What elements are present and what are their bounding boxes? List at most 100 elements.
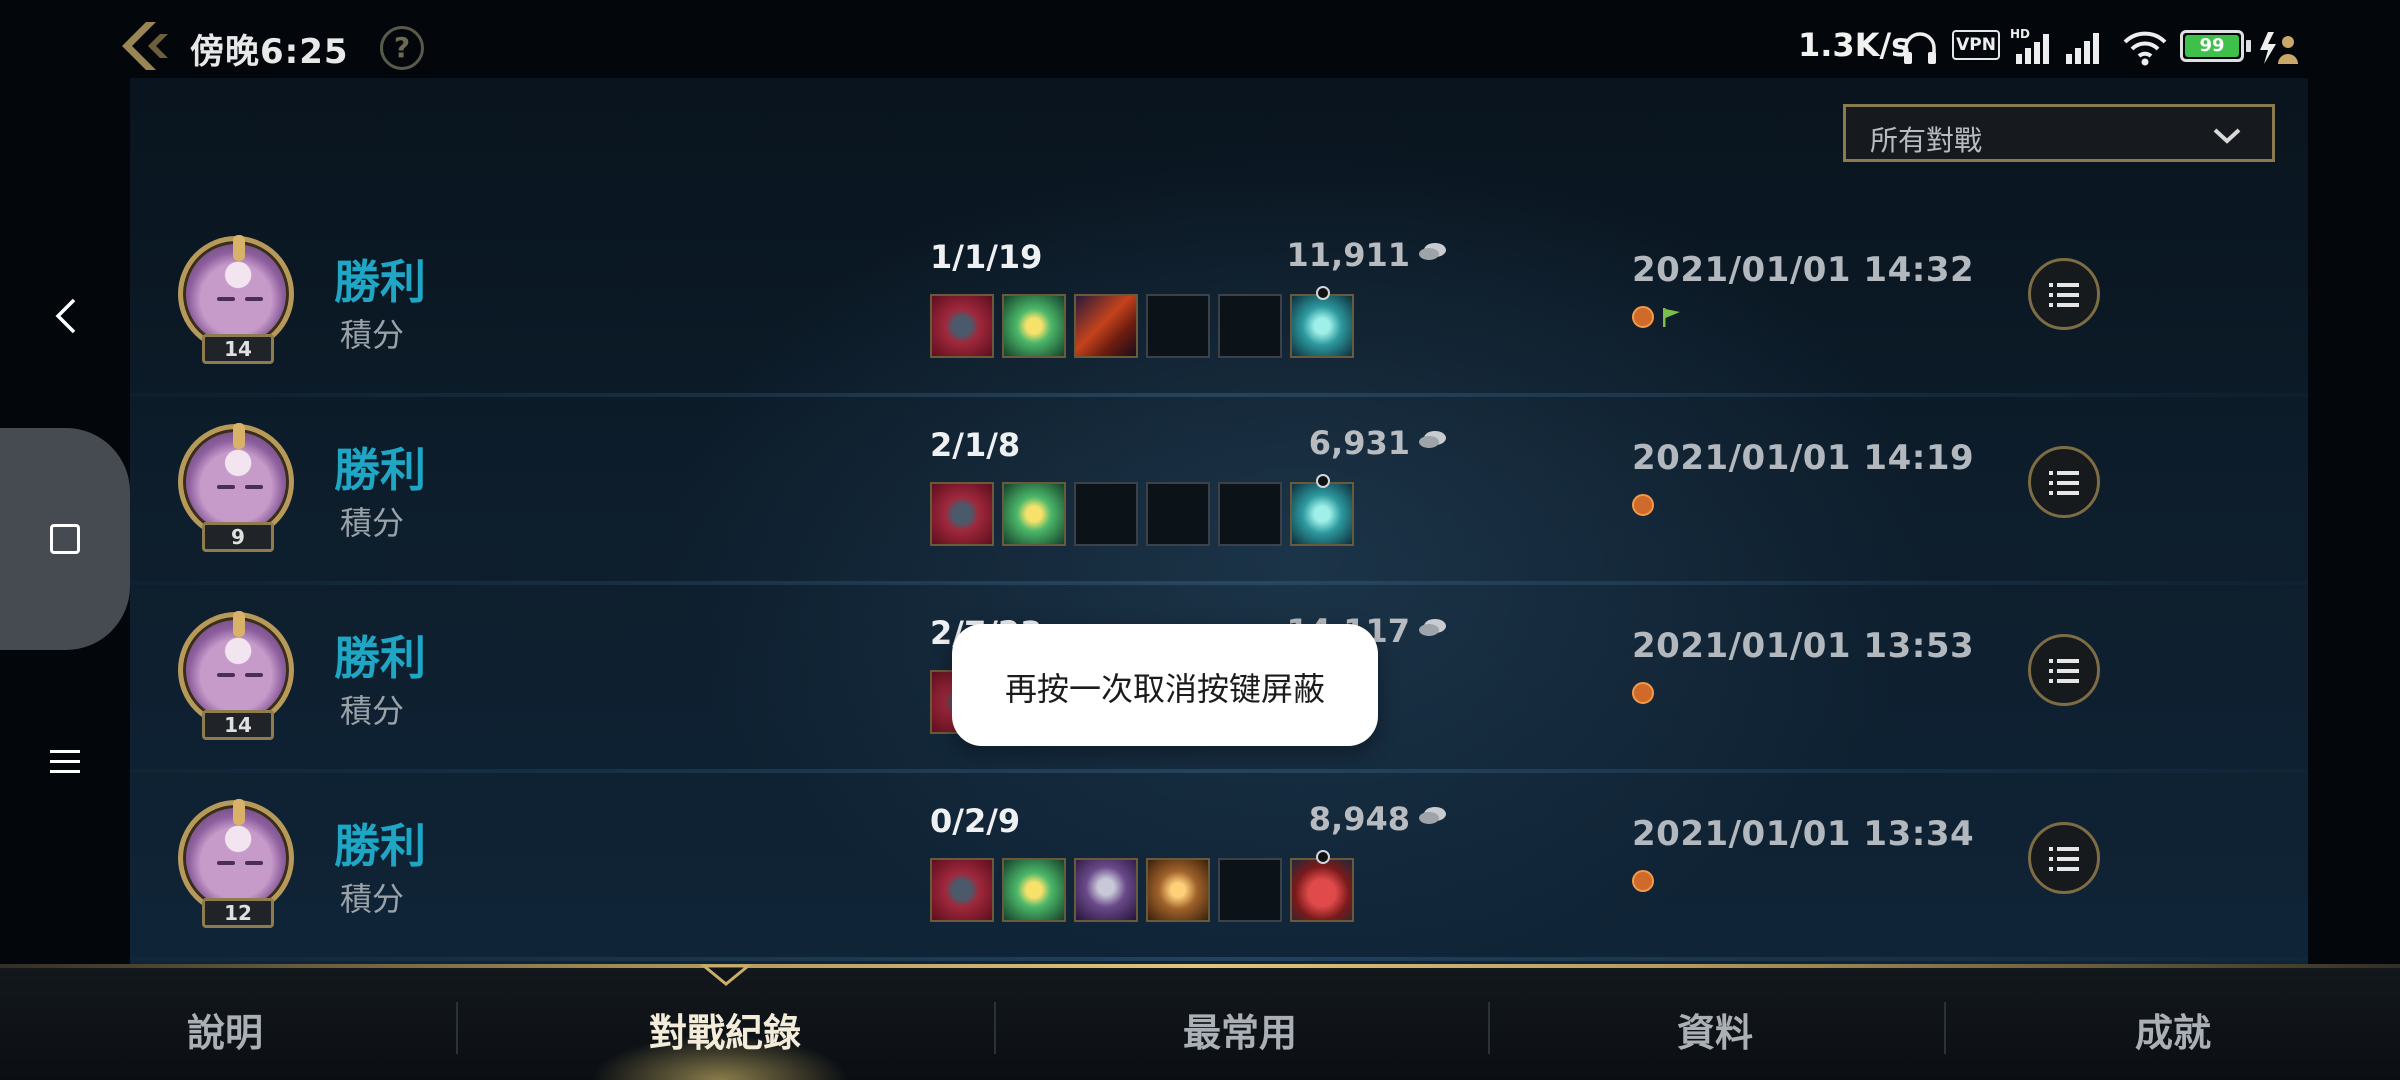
match-details-button[interactable] (2028, 258, 2100, 330)
gold-earned: 8,948 (1308, 800, 1410, 838)
match-date: 2021/01/01 13:34 (1632, 814, 1975, 854)
trinket-marker (1316, 474, 1330, 488)
empty-item-slot[interactable] (1218, 858, 1282, 922)
empty-item-slot[interactable] (1074, 482, 1138, 546)
match-details-button[interactable] (2028, 822, 2100, 894)
side-back-icon[interactable] (50, 296, 84, 336)
tab-instructions[interactable]: 說明 (150, 1002, 300, 1057)
match-mode: 積分 (340, 692, 405, 730)
match-details-button[interactable] (2028, 446, 2100, 518)
champion-eye (245, 485, 263, 489)
tab-most-played[interactable]: 最常用 (1150, 1002, 1330, 1057)
item-green-icon[interactable] (1002, 294, 1066, 358)
match-result: 勝利 (334, 443, 426, 497)
tab-achievements[interactable]: 成就 (2098, 1002, 2248, 1057)
empty-item-slot[interactable] (1146, 482, 1210, 546)
tab-divider (1944, 1002, 1946, 1054)
battery-level: 99 (2185, 35, 2239, 57)
back-icon[interactable] (116, 18, 172, 74)
match-mode: 積分 (340, 316, 405, 354)
champion-eye (217, 485, 235, 489)
gold-icon (1419, 431, 1446, 448)
charge-icon (2260, 32, 2298, 64)
match-date: 2021/01/01 14:32 (1632, 250, 1975, 290)
empty-item-slot[interactable] (1218, 294, 1282, 358)
trinket-marker (1316, 286, 1330, 300)
item-green-icon[interactable] (1002, 858, 1066, 922)
flag-icon (1663, 308, 1680, 327)
item-trinket-icon[interactable] (1290, 286, 1354, 358)
list-icon (2049, 659, 2079, 683)
chevron-down-icon (2213, 128, 2241, 144)
hd-signal-icon: HD (2010, 27, 2049, 64)
status-bar: 傍晚6:25 ? 1.3K/s VPN HD 99 (0, 0, 2400, 78)
tab-match-history[interactable]: 對戰紀錄 (620, 1002, 830, 1057)
champion-horn (233, 235, 245, 261)
list-icon (2049, 283, 2079, 307)
ward-icon (1632, 870, 1654, 892)
item-tome-icon[interactable] (1146, 858, 1210, 922)
row-divider (130, 581, 2308, 585)
match-details-button[interactable] (2028, 634, 2100, 706)
champion-eye (217, 297, 235, 301)
kda: 0/2/9 (930, 802, 1021, 840)
match-date: 2021/01/01 14:19 (1632, 438, 1975, 478)
match-result: 勝利 (334, 819, 426, 873)
active-tab-indicator-icon (700, 964, 752, 986)
battery-tip (2246, 40, 2251, 52)
headset-icon (1904, 32, 1936, 64)
row-divider (130, 393, 2308, 397)
item-green-icon[interactable] (1002, 482, 1066, 546)
match-row[interactable]: 9 勝利 積分 2/1/8 6,931 2021/01/01 14:19 (130, 398, 2308, 585)
network-speed: 1.3K/s (1798, 26, 1911, 64)
side-menu-icon[interactable] (50, 748, 80, 776)
champion-eye (245, 673, 263, 677)
match-history-list: 14 勝利 積分 1/1/19 11,911 2021/01/01 14:32 9 勝利 積分 2… (130, 210, 2308, 961)
battery-indicator: 99 (2180, 30, 2244, 62)
item-hat-icon[interactable] (1074, 294, 1138, 358)
toast-message: 再按一次取消按键屏蔽 (1004, 670, 1325, 708)
tab-divider (1488, 1002, 1490, 1054)
match-result: 勝利 (334, 631, 426, 685)
match-filter-dropdown[interactable]: 所有對戰 (1843, 104, 2275, 162)
clock: 傍晚6:25 (190, 32, 349, 72)
side-square-icon[interactable] (50, 524, 80, 554)
champion-eye (217, 673, 235, 677)
empty-item-slot[interactable] (1146, 294, 1210, 358)
empty-item-slot[interactable] (1218, 482, 1282, 546)
right-strip (2308, 0, 2400, 1080)
signal-icon (2066, 33, 2099, 64)
wifi-icon (2123, 31, 2167, 66)
champion-horn (233, 611, 245, 637)
help-icon[interactable]: ? (380, 26, 424, 70)
champion-eye (245, 861, 263, 865)
gold-earned: 11,911 (1286, 236, 1410, 274)
champion-eye (217, 861, 235, 865)
item-boots-icon[interactable] (1290, 850, 1354, 922)
filter-selected-label: 所有對戰 (1870, 124, 1983, 157)
champion-horn (233, 423, 245, 449)
match-mode: 積分 (340, 504, 405, 542)
match-result: 勝利 (334, 255, 426, 309)
match-mode: 積分 (340, 880, 405, 918)
match-row[interactable]: 12 勝利 積分 0/2/9 8,948 2021/01/01 13:34 (130, 774, 2308, 961)
match-row[interactable]: 14 勝利積分 1/1/19 11,911 2021/01/01 14:32 (130, 210, 2308, 397)
champion-level-badge: 14 (202, 334, 274, 364)
list-icon (2049, 847, 2079, 871)
item-red-icon[interactable] (930, 858, 994, 922)
trinket-marker (1316, 850, 1330, 864)
match-date: 2021/01/01 13:53 (1632, 626, 1975, 666)
toast-notification: 再按一次取消按键屏蔽 (952, 624, 1378, 746)
ward-icon (1632, 494, 1654, 516)
item-staff-icon[interactable] (1074, 858, 1138, 922)
tab-bar-border (0, 964, 2400, 968)
champion-horn (233, 799, 245, 825)
item-red-icon[interactable] (930, 294, 994, 358)
tab-stats[interactable]: 資料 (1640, 1002, 1790, 1057)
item-red-icon[interactable] (930, 482, 994, 546)
item-trinket-icon[interactable] (1290, 474, 1354, 546)
tab-divider (994, 1002, 996, 1054)
kda: 1/1/19 (930, 238, 1043, 276)
svg-text:HD: HD (2010, 27, 2030, 41)
gold-icon (1419, 619, 1446, 636)
